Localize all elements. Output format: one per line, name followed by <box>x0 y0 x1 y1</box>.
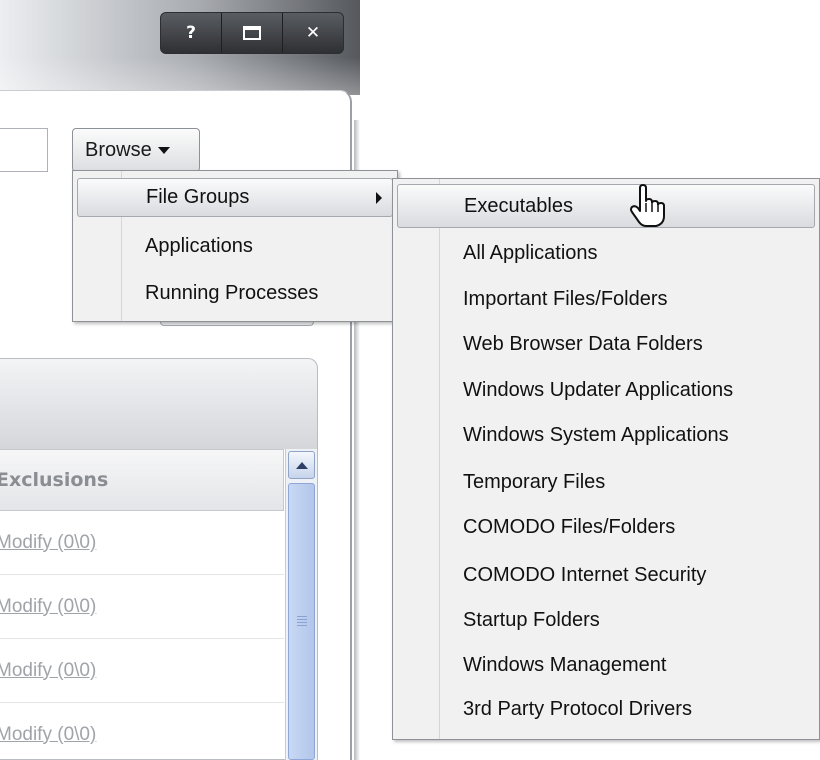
submenu-item-windows-management[interactable]: Windows Management <box>397 643 815 687</box>
menu-item-label: COMODO Internet Security <box>463 563 707 586</box>
column-header-label: Exclusions <box>0 469 109 491</box>
menu-item-running-processes[interactable]: Running Processes <box>77 274 393 313</box>
menu-item-label: COMODO Files/Folders <box>463 515 676 538</box>
menu-item-label: Temporary Files <box>463 470 606 493</box>
menu-item-label: Applications <box>145 235 253 257</box>
table-row[interactable]: Modify (0\0) <box>0 511 284 575</box>
path-input[interactable] <box>0 128 48 172</box>
submenu-item-3rd-party-protocol-drivers[interactable]: 3rd Party Protocol Drivers <box>397 687 815 731</box>
menu-item-label: Windows System Applications <box>463 423 729 446</box>
close-icon: ✕ <box>305 23 321 43</box>
browse-label: Browse <box>85 138 152 161</box>
submenu-item-comodo-internet-security[interactable]: COMODO Internet Security <box>397 553 815 597</box>
table-row[interactable]: Modify (0\0) <box>0 575 284 639</box>
submenu-item-executables[interactable]: Executables <box>397 184 815 228</box>
menu-item-applications[interactable]: Applications <box>77 227 393 266</box>
submenu-item-important-files-folders[interactable]: Important Files/Folders <box>397 277 815 321</box>
modify-link[interactable]: Modify (0\0) <box>0 532 96 554</box>
submenu-item-web-browser-data-folders[interactable]: Web Browser Data Folders <box>397 322 815 366</box>
menu-item-label: Windows Updater Applications <box>463 378 734 401</box>
column-header-exclusions[interactable]: Exclusions <box>0 449 284 511</box>
menu-item-label: Web Browser Data Folders <box>463 332 703 355</box>
submenu-item-windows-updater-applications[interactable]: Windows Updater Applications <box>397 368 815 412</box>
browse-menu: File Groups Applications Running Process… <box>72 170 398 322</box>
table-row[interactable]: Modify (0\0) <box>0 639 284 703</box>
chevron-down-icon <box>157 146 170 154</box>
submenu-item-all-applications[interactable]: All Applications <box>397 231 815 275</box>
submenu-item-comodo-files-folders[interactable]: COMODO Files/Folders <box>397 505 815 549</box>
close-button[interactable]: ✕ <box>283 13 343 53</box>
modify-link[interactable]: Modify (0\0) <box>0 660 96 682</box>
modify-link[interactable]: Modify (0\0) <box>0 724 96 746</box>
submenu-item-temporary-files[interactable]: Temporary Files <box>397 460 815 504</box>
menu-item-label: All Applications <box>463 241 598 264</box>
menu-item-label: 3rd Party Protocol Drivers <box>463 697 692 720</box>
table-row[interactable]: Modify (0\0) <box>0 703 284 760</box>
menu-item-file-groups[interactable]: File Groups <box>77 178 393 217</box>
menu-item-label: Executables <box>464 194 573 217</box>
menu-item-label: Windows Management <box>463 653 667 676</box>
submenu-arrow-icon <box>376 192 382 204</box>
exclusions-list: Modify (0\0) Modify (0\0) Modify (0\0) M… <box>0 511 284 760</box>
submenu-item-startup-folders[interactable]: Startup Folders <box>397 598 815 642</box>
scroll-up-button[interactable] <box>288 451 315 479</box>
file-groups-submenu: Executables All Applications Important F… <box>392 178 820 740</box>
menu-item-label: Important Files/Folders <box>463 287 668 310</box>
menu-item-label: Running Processes <box>145 282 319 304</box>
chevron-up-icon <box>295 461 308 469</box>
browse-button[interactable]: Browse <box>72 128 200 172</box>
maximize-button[interactable] <box>222 13 283 53</box>
grip-icon <box>297 616 307 626</box>
hand-pointer-icon <box>630 184 665 227</box>
submenu-item-windows-system-applications[interactable]: Windows System Applications <box>397 413 815 457</box>
window-controls: ? ✕ <box>160 12 344 54</box>
help-button[interactable]: ? <box>161 13 222 53</box>
menu-item-label: File Groups <box>146 186 250 208</box>
vertical-scrollbar[interactable] <box>285 449 317 760</box>
scroll-thumb[interactable] <box>288 483 315 760</box>
help-icon: ? <box>186 23 196 43</box>
modify-link[interactable]: Modify (0\0) <box>0 596 96 618</box>
menu-item-label: Startup Folders <box>463 608 600 631</box>
maximize-icon <box>243 26 261 40</box>
